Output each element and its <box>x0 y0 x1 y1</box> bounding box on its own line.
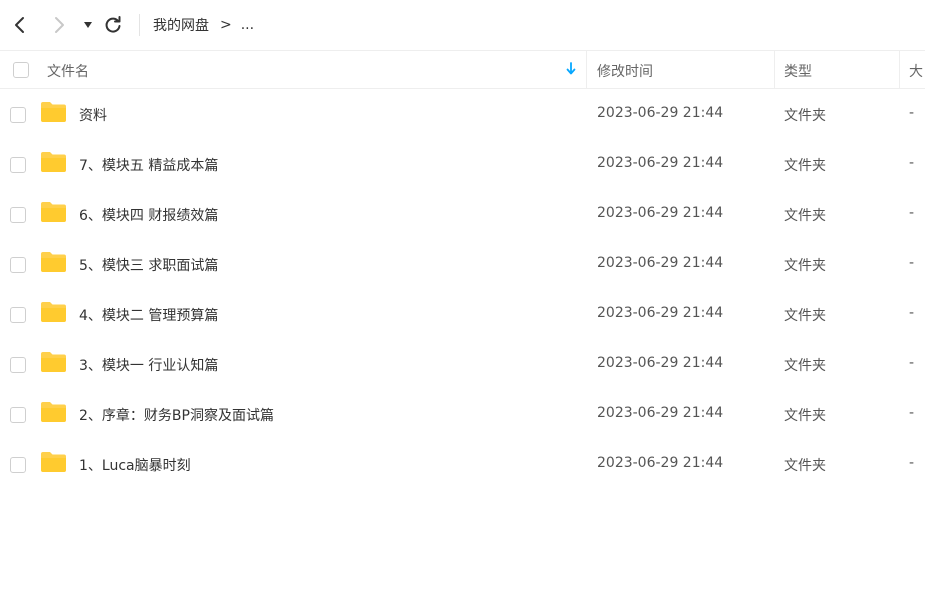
table-row[interactable]: 3、模块一 行业认知篇 2023-06-29 21:44 文件夹 - <box>0 339 925 389</box>
column-divider[interactable] <box>586 51 587 88</box>
file-modified: 2023-06-29 21:44 <box>597 455 724 471</box>
table-row[interactable]: 7、模块五 精益成本篇 2023-06-29 21:44 文件夹 - <box>0 139 925 189</box>
row-checkbox[interactable] <box>10 207 26 223</box>
column-header-modified[interactable]: 修改时间 <box>597 61 653 81</box>
breadcrumb-separator: > <box>220 17 232 33</box>
file-modified: 2023-06-29 21:44 <box>597 205 724 221</box>
breadcrumb-more[interactable]: ... <box>241 17 254 33</box>
file-type: 文件夹 <box>784 258 826 274</box>
file-type: 文件夹 <box>784 108 826 124</box>
file-type: 文件夹 <box>784 458 826 474</box>
file-modified: 2023-06-29 21:44 <box>597 155 724 171</box>
folder-icon <box>41 202 66 222</box>
folder-icon <box>41 302 66 322</box>
table-row[interactable]: 6、模块四 财报绩效篇 2023-06-29 21:44 文件夹 - <box>0 189 925 239</box>
file-manager-window: 我的网盘 > ... 文件名 修改时间 类型 大 资料 2023-06-29 2… <box>0 0 925 590</box>
column-divider[interactable] <box>899 51 900 88</box>
file-size: - <box>909 205 915 221</box>
file-name[interactable]: 1、Luca脑暴时刻 <box>79 455 191 475</box>
select-all-checkbox[interactable] <box>13 62 29 78</box>
file-name[interactable]: 资料 <box>79 105 107 125</box>
file-modified: 2023-06-29 21:44 <box>597 355 724 371</box>
file-name[interactable]: 7、模块五 精益成本篇 <box>79 155 218 175</box>
table-row[interactable]: 1、Luca脑暴时刻 2023-06-29 21:44 文件夹 - <box>0 439 925 489</box>
file-type: 文件夹 <box>784 358 826 374</box>
file-size: - <box>909 305 915 321</box>
refresh-icon <box>105 16 121 33</box>
row-checkbox[interactable] <box>10 157 26 173</box>
file-type: 文件夹 <box>784 408 826 424</box>
file-size: - <box>909 355 915 371</box>
file-type: 文件夹 <box>784 208 826 224</box>
row-checkbox[interactable] <box>10 457 26 473</box>
row-checkbox[interactable] <box>10 407 26 423</box>
column-header-name[interactable]: 文件名 <box>47 61 89 81</box>
row-checkbox[interactable] <box>10 257 26 273</box>
file-list: 资料 2023-06-29 21:44 文件夹 - 7、模块五 精益成本篇 20… <box>0 89 925 489</box>
file-size: - <box>909 105 915 121</box>
table-row[interactable]: 2、序章：财务BP洞察及面试篇 2023-06-29 21:44 文件夹 - <box>0 389 925 439</box>
file-name[interactable]: 2、序章：财务BP洞察及面试篇 <box>79 405 274 425</box>
back-button[interactable] <box>8 13 32 37</box>
row-checkbox[interactable] <box>10 307 26 323</box>
file-type: 文件夹 <box>784 308 826 324</box>
folder-icon <box>41 452 66 472</box>
file-modified: 2023-06-29 21:44 <box>597 405 724 421</box>
table-row[interactable]: 资料 2023-06-29 21:44 文件夹 - <box>0 89 925 139</box>
chevron-left-icon <box>15 17 24 33</box>
folder-icon <box>41 152 66 172</box>
row-checkbox[interactable] <box>10 107 26 123</box>
folder-icon <box>41 102 66 122</box>
file-size: - <box>909 255 915 271</box>
sort-descending-icon[interactable] <box>565 61 577 81</box>
folder-icon <box>41 402 66 422</box>
table-row[interactable]: 4、模块二 管理预算篇 2023-06-29 21:44 文件夹 - <box>0 289 925 339</box>
column-divider[interactable] <box>774 51 775 88</box>
forward-button[interactable] <box>47 13 71 37</box>
file-size: - <box>909 405 915 421</box>
folder-icon <box>41 252 66 272</box>
column-header-size[interactable]: 大 <box>909 61 923 81</box>
column-header-type[interactable]: 类型 <box>784 61 812 81</box>
file-modified: 2023-06-29 21:44 <box>597 255 724 271</box>
history-dropdown-button[interactable] <box>77 13 99 37</box>
breadcrumb-root[interactable]: 我的网盘 <box>153 15 209 35</box>
breadcrumb: 我的网盘 > ... <box>153 15 254 35</box>
toolbar: 我的网盘 > ... <box>0 0 925 51</box>
table-row[interactable]: 5、模快三 求职面试篇 2023-06-29 21:44 文件夹 - <box>0 239 925 289</box>
file-size: - <box>909 455 915 471</box>
row-checkbox[interactable] <box>10 357 26 373</box>
toolbar-divider <box>139 14 140 36</box>
file-name[interactable]: 6、模块四 财报绩效篇 <box>79 205 218 225</box>
caret-down-icon <box>84 22 92 28</box>
chevron-right-icon <box>55 17 64 33</box>
file-name[interactable]: 4、模块二 管理预算篇 <box>79 305 218 325</box>
file-modified: 2023-06-29 21:44 <box>597 305 724 321</box>
column-header-row: 文件名 修改时间 类型 大 <box>0 51 925 89</box>
file-name[interactable]: 5、模快三 求职面试篇 <box>79 255 218 275</box>
file-type: 文件夹 <box>784 158 826 174</box>
file-modified: 2023-06-29 21:44 <box>597 105 724 121</box>
folder-icon <box>41 352 66 372</box>
refresh-button[interactable] <box>101 13 125 37</box>
file-size: - <box>909 155 915 171</box>
file-name[interactable]: 3、模块一 行业认知篇 <box>79 355 218 375</box>
